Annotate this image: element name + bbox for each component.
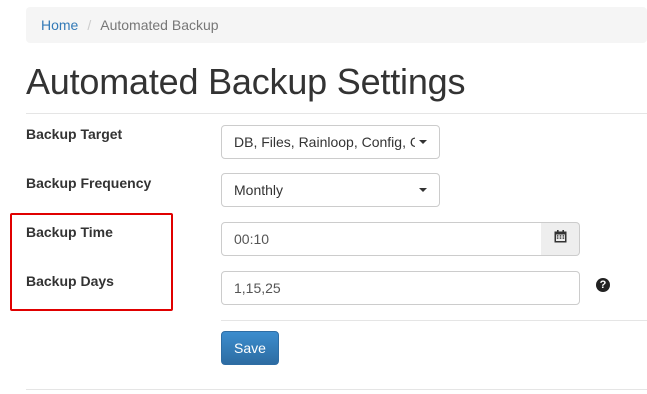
caret-down-icon: [419, 188, 427, 192]
backup-days-input[interactable]: 1,15,25: [221, 271, 580, 305]
backup-frequency-dropdown[interactable]: Monthly: [221, 173, 440, 207]
backup-target-dropdown[interactable]: DB, Files, Rainloop, Config, C: [221, 125, 440, 159]
backup-frequency-value: Monthly: [234, 182, 284, 198]
backup-time-input[interactable]: 00:10: [221, 222, 542, 256]
question-circle-icon[interactable]: ?: [596, 278, 610, 292]
backup-target-value: DB, Files, Rainloop, Config, C: [234, 134, 415, 150]
backup-frequency-label: Backup Frequency: [26, 175, 152, 191]
calendar-picker-button[interactable]: [541, 222, 580, 256]
caret-down-icon: [419, 140, 427, 144]
breadcrumb-current: Automated Backup: [100, 17, 219, 33]
bottom-divider: [26, 389, 647, 390]
breadcrumb-separator: /: [87, 17, 92, 33]
form-divider: [221, 320, 647, 321]
calendar-icon: [554, 230, 567, 248]
backup-target-label: Backup Target: [26, 126, 123, 142]
breadcrumb-home-link[interactable]: Home: [41, 17, 78, 33]
backup-time-value: 00:10: [234, 231, 270, 247]
highlight-annotation-box: [10, 213, 173, 311]
breadcrumb: Home / Automated Backup: [26, 7, 647, 43]
backup-days-value: 1,15,25: [234, 280, 281, 296]
save-button[interactable]: Save: [221, 331, 279, 365]
title-divider: [26, 113, 647, 114]
page-title: Automated Backup Settings: [26, 61, 466, 102]
